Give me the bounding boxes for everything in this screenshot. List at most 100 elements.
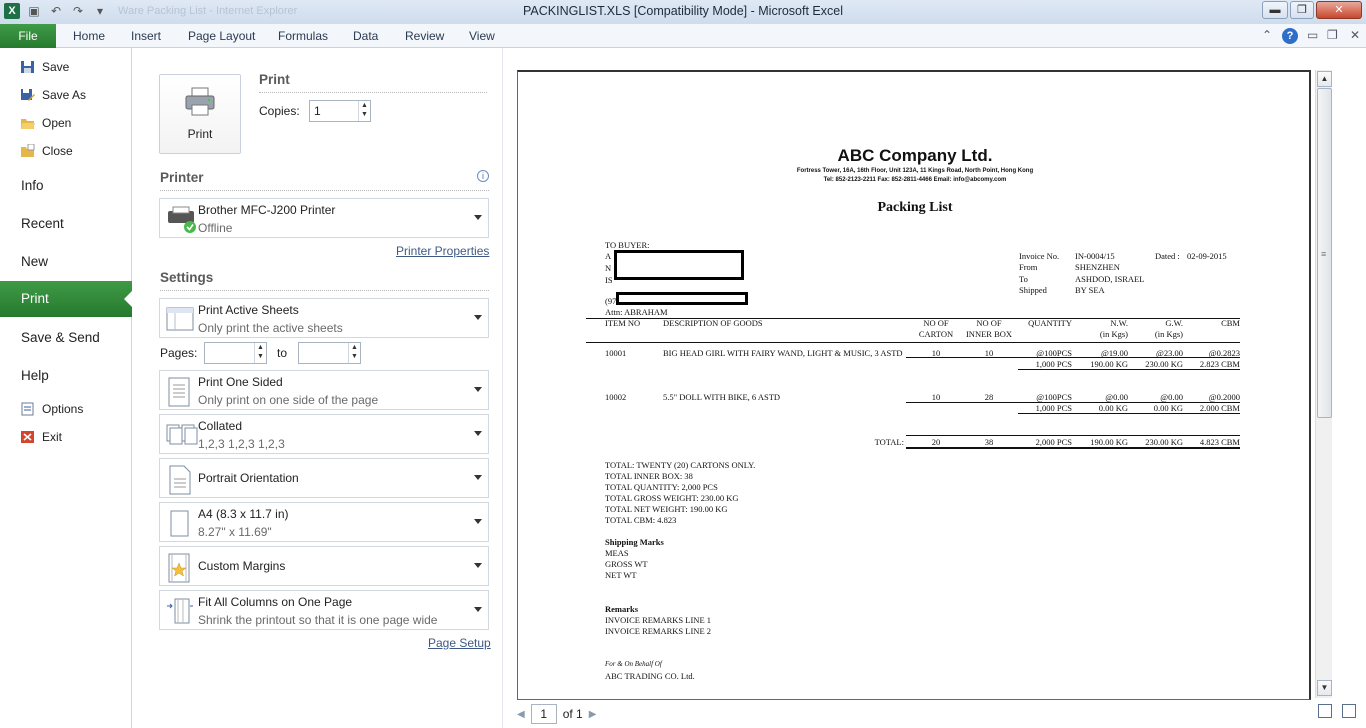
collation-select[interactable]: Collated 1,2,3 1,2,3 1,2,3	[159, 414, 489, 454]
print-settings-panel: Print Print Copies: 1 ▲ ▼ Printer i Broth…	[133, 48, 501, 728]
preview-page: ABC Company Ltd. Fortress Tower, 16A, 16…	[517, 70, 1311, 700]
dropdown-arrow-icon	[474, 431, 482, 436]
dropdown-arrow-icon	[474, 475, 482, 480]
stepper-arrows-icon[interactable]: ▲ ▼	[348, 343, 360, 363]
info-command[interactable]: Info	[21, 178, 44, 193]
scroll-thumb[interactable]	[1317, 88, 1332, 418]
tab-file[interactable]: File	[0, 24, 56, 48]
pages-from-stepper[interactable]: ▲ ▼	[204, 342, 267, 364]
printer-name: Brother MFC-J200 Printer	[198, 203, 336, 217]
company-address: Fortress Tower, 16A, 16th Floor, Unit 12…	[796, 168, 1034, 174]
sides-select[interactable]: Print One Sided Only print on one side o…	[159, 370, 489, 410]
show-margins-icon[interactable]	[1318, 704, 1332, 718]
pages-label: Pages:	[160, 346, 198, 360]
preview-view-controls	[1318, 704, 1356, 718]
save-send-command[interactable]: Save & Send	[21, 330, 100, 345]
page-setup-link[interactable]: Page Setup	[428, 636, 491, 650]
close-button[interactable]: ✕	[1316, 1, 1362, 19]
shipping-marks-title: Shipping Marks	[605, 537, 664, 547]
options-icon	[20, 402, 35, 416]
divider	[259, 92, 487, 93]
collated-icon	[166, 421, 198, 449]
stepper-arrows-icon[interactable]: ▲ ▼	[358, 101, 370, 121]
print-what-select[interactable]: Print Active Sheets Only print the activ…	[159, 298, 489, 338]
open-command[interactable]: Open	[20, 116, 71, 130]
minimize-button[interactable]: ▬	[1262, 1, 1288, 19]
divider	[160, 290, 489, 291]
attn-line: Attn: ABRAHAM	[605, 307, 668, 317]
print-preview: ABC Company Ltd. Fortress Tower, 16A, 16…	[502, 48, 1366, 728]
company-name: ABC Company Ltd.	[837, 146, 993, 165]
printer-icon	[184, 87, 216, 117]
save-as-icon	[20, 88, 35, 102]
redacted-address-block	[614, 250, 744, 280]
info-icon[interactable]: i	[477, 170, 489, 182]
backstage-sidebar: Save Save As Open Close Info Recent New …	[0, 48, 132, 728]
next-page-icon[interactable]: ▶	[589, 709, 597, 720]
minimize-ribbon-icon[interactable]: ⌃	[1262, 28, 1272, 42]
scroll-down-icon[interactable]: ▼	[1317, 680, 1332, 696]
dropdown-arrow-icon	[474, 519, 482, 524]
workbook-restore-icon[interactable]: ❐	[1327, 28, 1338, 42]
recent-command[interactable]: Recent	[21, 216, 64, 231]
orientation-select[interactable]: Portrait Orientation	[159, 458, 489, 498]
print-button[interactable]: Print	[159, 74, 241, 154]
tab-insert[interactable]: Insert	[131, 29, 161, 43]
settings-heading: Settings	[160, 270, 214, 285]
pages-to-label: to	[277, 346, 288, 360]
paper-size-select[interactable]: A4 (8.3 x 11.7 in) 8.27" x 11.69"	[159, 502, 489, 542]
exit-command[interactable]: Exit	[20, 430, 62, 444]
tab-review[interactable]: Review	[405, 29, 444, 43]
tab-home[interactable]: Home	[73, 29, 105, 43]
new-command[interactable]: New	[21, 254, 48, 269]
copies-stepper[interactable]: 1 ▲ ▼	[309, 100, 371, 122]
help-command[interactable]: Help	[21, 368, 49, 383]
portrait-icon	[166, 465, 191, 495]
margins-select[interactable]: Custom Margins	[159, 546, 489, 586]
help-icon[interactable]: ?	[1282, 28, 1298, 44]
title-bar: X ▣ ↶ ↷ ▾ Ware Packing List - Internet E…	[0, 0, 1366, 24]
active-sheets-icon	[166, 305, 194, 333]
tab-formulas[interactable]: Formulas	[278, 29, 328, 43]
copies-label: Copies:	[259, 104, 300, 118]
scaling-select[interactable]: Fit All Columns on One Page Shrink the p…	[159, 590, 489, 630]
workbook-minimize-icon[interactable]: ▭	[1307, 28, 1318, 42]
signature-company: ABC TRADING CO. Ltd.	[605, 671, 695, 681]
close-command[interactable]: Close	[20, 143, 73, 158]
one-sided-icon	[166, 377, 190, 407]
paper-size-icon	[166, 509, 190, 537]
current-page-input[interactable]: 1	[530, 704, 557, 724]
previous-page-icon[interactable]: ◀	[517, 709, 525, 720]
options-command[interactable]: Options	[20, 402, 83, 416]
scroll-up-icon[interactable]: ▲	[1317, 71, 1332, 87]
printer-properties-link[interactable]: Printer Properties	[396, 244, 489, 258]
to-buyer-label: TO BUYER:	[605, 240, 650, 250]
close-folder-icon	[20, 143, 35, 158]
printer-status-icon	[166, 205, 196, 233]
printer-select[interactable]: Brother MFC-J200 Printer Offline	[159, 198, 489, 238]
zoom-to-page-icon[interactable]	[1342, 704, 1356, 718]
dropdown-arrow-icon	[474, 563, 482, 568]
printer-heading: Printer	[160, 170, 204, 185]
print-command[interactable]: Print	[0, 281, 132, 317]
stepper-arrows-icon[interactable]: ▲ ▼	[254, 343, 266, 363]
tab-data[interactable]: Data	[353, 29, 378, 43]
invoice-number: IN-0004/15	[1075, 251, 1115, 261]
window-title: PACKINGLIST.XLS [Compatibility Mode] - M…	[522, 4, 843, 18]
maximize-button[interactable]: ❐	[1290, 1, 1314, 19]
tab-page-layout[interactable]: Page Layout	[188, 29, 255, 43]
tab-view[interactable]: View	[469, 29, 495, 43]
preview-vertical-scrollbar[interactable]: ▲ ▼	[1315, 70, 1332, 698]
header-bottom-rule	[586, 342, 1240, 343]
pages-to-stepper[interactable]: ▲ ▼	[298, 342, 361, 364]
ribbon-tabs: File Home Insert Page Layout Formulas Da…	[0, 24, 1366, 48]
exit-icon	[20, 430, 35, 444]
save-as-command[interactable]: Save As	[20, 88, 86, 102]
printer-status: Offline	[198, 221, 233, 235]
workbook-close-icon[interactable]: ✕	[1350, 28, 1360, 42]
custom-margins-icon	[166, 553, 190, 583]
save-command[interactable]: Save	[20, 60, 69, 74]
fit-columns-icon	[166, 597, 193, 625]
dropdown-arrow-icon	[474, 387, 482, 392]
page-navigator: ◀ 1 of 1 ▶	[517, 703, 596, 725]
